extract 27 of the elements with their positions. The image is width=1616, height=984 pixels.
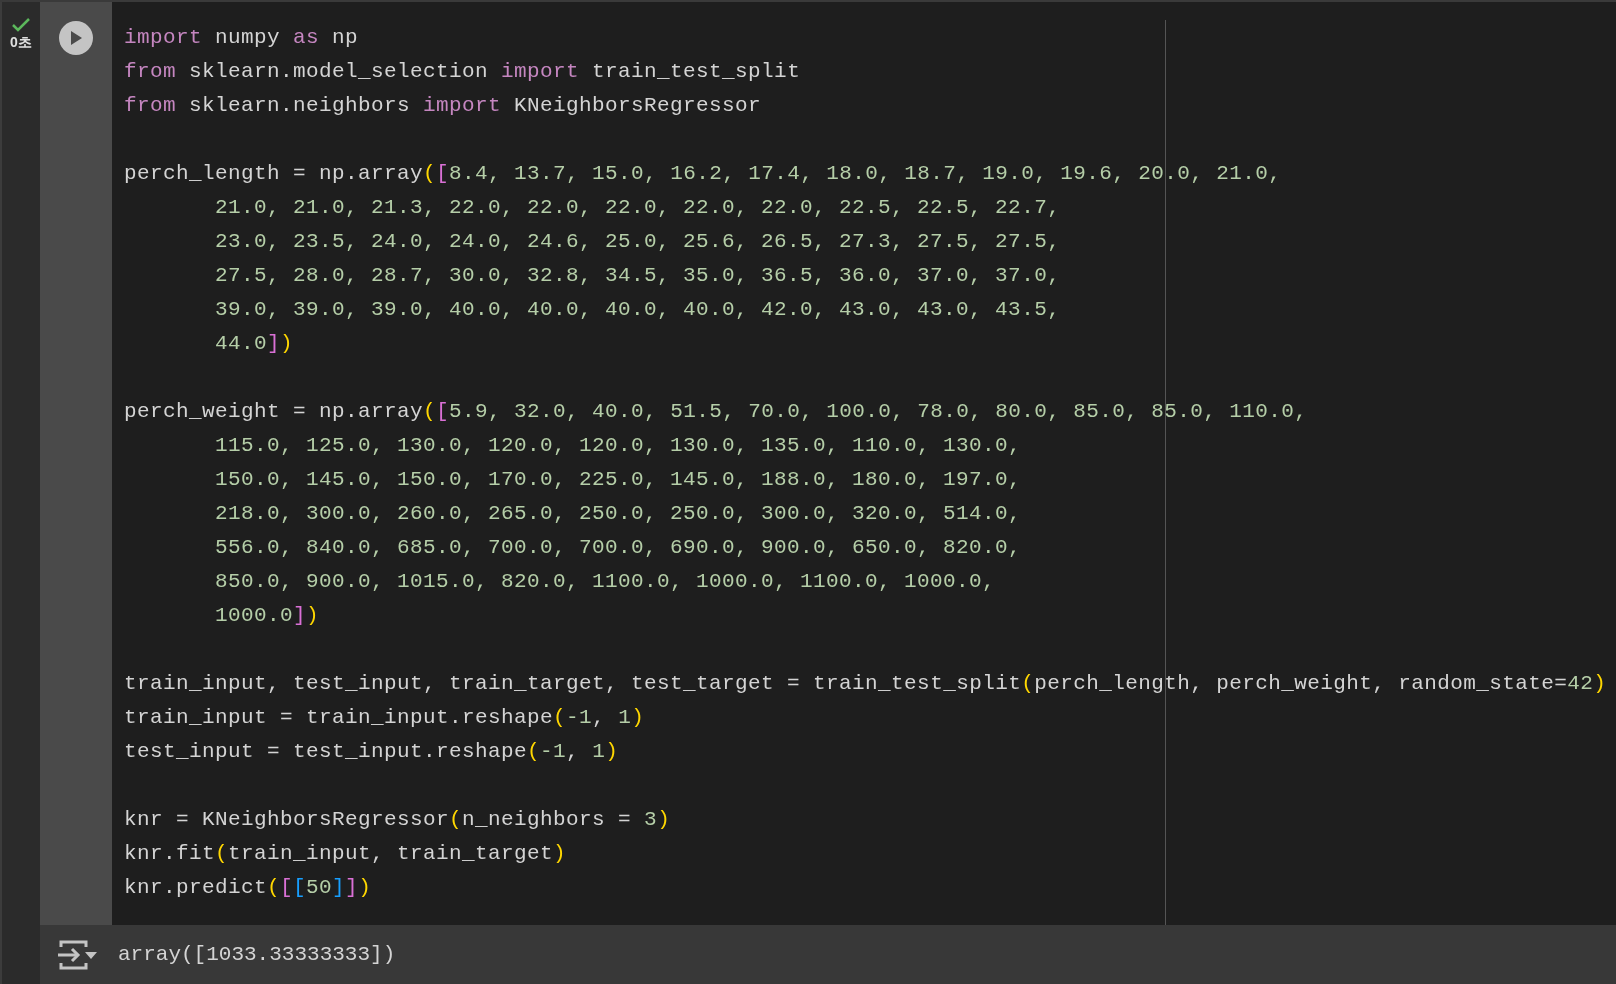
execution-time: 0초 — [10, 34, 32, 50]
code-line: perch_weight = np.array([5.9, 32.0, 40.0, 51.5, 70.0, 100.0, 78.0, 80.0, 85.0, 85.0, 110.0, — [124, 399, 1308, 425]
code-line: train_input = train_input.reshape(-1, 1) — [124, 705, 645, 731]
code-line: 850.0, 900.0, 1015.0, 820.0, 1100.0, 1000.0, 1100.0, 1000.0, — [215, 569, 996, 595]
play-icon — [69, 30, 83, 46]
code-line: train_input, test_input, train_target, test_target = train_test_split(perch_length, perch_weight, random_state=42) — [124, 671, 1607, 697]
output-menu-icon[interactable] — [58, 938, 98, 971]
code-line: test_input = test_input.reshape(-1, 1) — [124, 739, 619, 765]
code-line: 115.0, 125.0, 130.0, 120.0, 120.0, 130.0, 135.0, 110.0, 130.0, — [215, 433, 1022, 459]
code-line: 39.0, 39.0, 39.0, 40.0, 40.0, 40.0, 40.0, 42.0, 43.0, 43.0, 43.5, — [215, 297, 1061, 323]
code-line: 44.0]) — [215, 331, 294, 357]
code-line: 1000.0]) — [215, 603, 320, 629]
code-line: 556.0, 840.0, 685.0, 700.0, 700.0, 690.0, 900.0, 650.0, 820.0, — [215, 535, 1022, 561]
code-line: knr.predict([[50]]) — [124, 875, 372, 901]
code-line: knr.fit(train_input, train_target) — [124, 841, 567, 867]
code-line: from sklearn.model_selection import train_test_split — [124, 59, 801, 85]
code-line: knr = KNeighborsRegressor(n_neighbors = 3) — [124, 807, 671, 833]
code-line: 27.5, 28.0, 28.7, 30.0, 32.8, 34.5, 35.0, 36.5, 36.0, 37.0, 37.0, — [215, 263, 1061, 289]
run-button[interactable] — [59, 21, 93, 55]
code-line: import numpy as np — [124, 25, 359, 51]
code-line: 21.0, 21.0, 21.3, 22.0, 22.0, 22.0, 22.0, 22.0, 22.5, 22.5, 22.7, — [215, 195, 1061, 221]
code-line: 218.0, 300.0, 260.0, 265.0, 250.0, 250.0, 300.0, 320.0, 514.0, — [215, 501, 1022, 527]
code-line: 150.0, 145.0, 150.0, 170.0, 225.0, 145.0, 188.0, 180.0, 197.0, — [215, 467, 1022, 493]
code-line: perch_length = np.array([8.4, 13.7, 15.0, 16.2, 17.4, 18.0, 18.7, 19.0, 19.6, 20.0, 21.0, — [124, 161, 1282, 187]
code-line: from sklearn.neighbors import KNeighborsRegressor — [124, 93, 762, 119]
output-text: array([1033.33333333]) — [118, 941, 396, 968]
code-line: 23.0, 23.5, 24.0, 24.0, 24.6, 25.0, 25.6, 26.5, 27.3, 27.5, 27.5, — [215, 229, 1061, 255]
